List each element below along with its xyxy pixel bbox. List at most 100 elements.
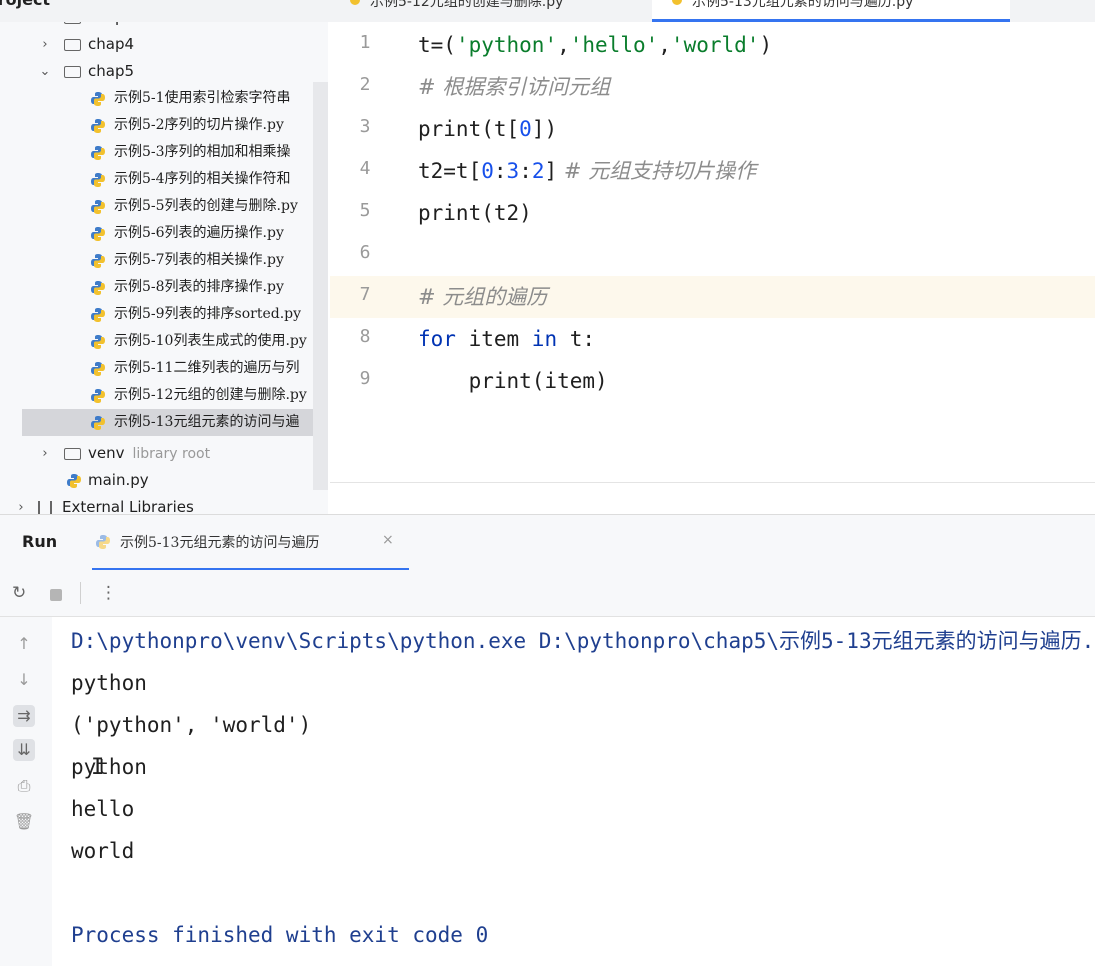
line-number: 9 <box>359 368 371 389</box>
tree-file-label: 示例5-9列表的排序sorted.py <box>114 306 302 322</box>
run-tab[interactable]: 示例5-13元组元素的访问与遍历 × <box>92 515 409 571</box>
folder-icon <box>64 66 81 78</box>
project-label: Project <box>0 0 50 9</box>
code-token: print(t[ <box>418 117 520 141</box>
console-line-process-finished: Process finished with exit code 0 <box>71 923 489 947</box>
tree-file-5-12[interactable]: 示例5-12元组的创建与删除.py <box>0 382 328 409</box>
keyword-token: for <box>418 327 456 351</box>
toolbar-separator <box>80 582 81 604</box>
python-file-icon <box>91 227 105 241</box>
line-number: 6 <box>359 242 371 263</box>
tree-file-label: 示例5-6列表的遍历操作.py <box>114 225 284 241</box>
code-editor[interactable]: 1 2 3 4 5 6 7 8 9 t=('python','hello','w… <box>330 22 1095 482</box>
tree-file-5-9[interactable]: 示例5-9列表的排序sorted.py <box>0 301 328 328</box>
tab-example-5-13[interactable]: 示例5-13元组元素的访问与遍历.py <box>652 0 1010 22</box>
print-icon[interactable]: ⎙ <box>13 775 35 797</box>
number-token: 3 <box>506 159 520 183</box>
stop-icon[interactable] <box>50 589 62 601</box>
comment-token: # 根据索引访问元组 <box>418 75 611 99</box>
number-token: 0 <box>481 159 494 183</box>
console-output[interactable]: D:\pythonpro\venv\Scripts\python.exe D:\… <box>52 617 1095 966</box>
tree-file-5-2[interactable]: 示例5-2序列的切片操作.py <box>0 112 328 139</box>
close-icon[interactable]: × <box>382 532 394 548</box>
more-options-icon[interactable]: ⋮ <box>100 583 117 603</box>
tab-label: 示例5-12元组的创建与删除.py <box>370 0 564 10</box>
tree-external-libraries[interactable]: › External Libraries <box>0 494 328 514</box>
python-file-icon <box>67 474 81 488</box>
soft-wrap-icon[interactable]: ⇉ <box>13 705 35 727</box>
code-token: t2=t[ <box>418 159 482 183</box>
tree-file-5-13[interactable]: 示例5-13元组元素的访问与遍 <box>22 409 328 436</box>
code-token: : <box>493 159 507 183</box>
tree-file-5-1[interactable]: 示例5-1使用索引检索字符串 <box>0 85 328 112</box>
tree-file-5-8[interactable]: 示例5-8列表的排序操作.py <box>0 274 328 301</box>
tree-folder-label: chap3 <box>88 22 134 31</box>
tree-file-5-6[interactable]: 示例5-6列表的遍历操作.py <box>0 220 328 247</box>
folder-icon <box>64 39 81 51</box>
tree-folder-chap3[interactable]: chap3 <box>0 22 328 31</box>
code-line-7[interactable]: # 元组的遍历 <box>418 276 547 318</box>
library-root-hint: library root <box>132 446 211 462</box>
comment-token: # 元组的遍历 <box>418 285 548 309</box>
tree-file-5-4[interactable]: 示例5-4序列的相关操作符和 <box>0 166 328 193</box>
line-number: 3 <box>359 116 371 137</box>
tree-file-main[interactable]: main.py <box>0 467 328 494</box>
tree-file-5-5[interactable]: 示例5-5列表的创建与删除.py <box>0 193 328 220</box>
tree-file-5-3[interactable]: 示例5-3序列的相加和相乘操 <box>0 139 328 166</box>
tree-folder-label-wrap: venv library root <box>88 440 210 468</box>
code-line-3[interactable]: print(t[0]) <box>418 108 557 150</box>
tree-file-label: main.py <box>88 471 149 489</box>
python-file-icon <box>91 119 105 133</box>
line-number: 5 <box>359 200 371 221</box>
tree-file-5-7[interactable]: 示例5-7列表的相关操作.py <box>0 247 328 274</box>
code-token: ] <box>544 159 558 183</box>
tree-file-label: 示例5-11二维列表的遍历与列 <box>114 360 300 376</box>
tree-file-label: 示例5-5列表的创建与删除.py <box>114 198 298 214</box>
console-line: world <box>71 839 135 863</box>
python-file-icon <box>91 254 105 268</box>
python-file-icon <box>91 335 105 349</box>
tab-example-5-12[interactable]: 示例5-12元组的创建与删除.py <box>330 0 630 20</box>
code-line-9[interactable]: print(item) <box>418 360 608 402</box>
tree-folder-chap5[interactable]: ⌄ chap5 <box>0 58 328 85</box>
run-title: Run <box>22 532 58 551</box>
code-token: t: <box>557 327 596 351</box>
tree-file-5-10[interactable]: 示例5-10列表生成式的使用.py <box>0 328 328 355</box>
code-line-2[interactable]: # 根据索引访问元组 <box>418 66 610 108</box>
tree-folder-chap4[interactable]: › chap4 <box>0 31 328 58</box>
up-arrow-icon[interactable]: ↑ <box>13 633 35 655</box>
run-toolbar: ↻ ⋮ <box>0 570 1095 617</box>
comment-token: # 元组支持切片操作 <box>557 159 757 183</box>
rerun-icon[interactable]: ↻ <box>12 583 26 603</box>
tree-file-label: 示例5-2序列的切片操作.py <box>114 117 284 133</box>
code-token: t=( <box>418 33 456 57</box>
chevron-right-icon: › <box>42 37 48 52</box>
code-line-8[interactable]: for item in t: <box>418 318 595 360</box>
python-file-icon <box>91 389 105 403</box>
chevron-down-icon: ⌄ <box>39 64 51 79</box>
python-file-icon <box>91 281 105 295</box>
library-icon <box>38 501 52 514</box>
python-file-icon <box>91 416 105 430</box>
python-file-icon <box>91 173 105 187</box>
console-line: python <box>71 755 147 779</box>
code-line-5[interactable]: print(t2) <box>418 192 532 234</box>
project-tree: chap3 › chap4 ⌄ chap5 示例5-1使用索引检索字符串 示例5… <box>0 22 328 514</box>
tree-folder-label: venv <box>88 444 125 462</box>
tree-file-5-11[interactable]: 示例5-11二维列表的遍历与列 <box>0 355 328 382</box>
chevron-right-icon: › <box>42 446 48 461</box>
console-line: ('python', 'world') <box>71 713 312 737</box>
tree-folder-label: chap5 <box>88 62 135 80</box>
tree-file-label: 示例5-7列表的相关操作.py <box>114 252 284 268</box>
down-arrow-icon[interactable]: ↓ <box>13 669 35 691</box>
scroll-to-end-icon[interactable]: ⇊ <box>13 739 35 761</box>
code-token: print(item) <box>418 369 608 393</box>
tree-scrollbar[interactable] <box>313 82 328 490</box>
code-line-4[interactable]: t2=t[0:3:2] # 元组支持切片操作 <box>418 150 756 192</box>
code-line-1[interactable]: t=('python','hello','world') <box>418 24 772 66</box>
line-number: 4 <box>359 158 371 179</box>
trash-icon[interactable]: 🗑 <box>13 811 35 833</box>
tree-folder-venv[interactable]: › venv library root <box>0 440 328 467</box>
console-line: python <box>71 671 147 695</box>
top-tab-bar: Project 示例5-12元组的创建与删除.py 示例5-13元组元素的访问与… <box>0 0 1095 22</box>
